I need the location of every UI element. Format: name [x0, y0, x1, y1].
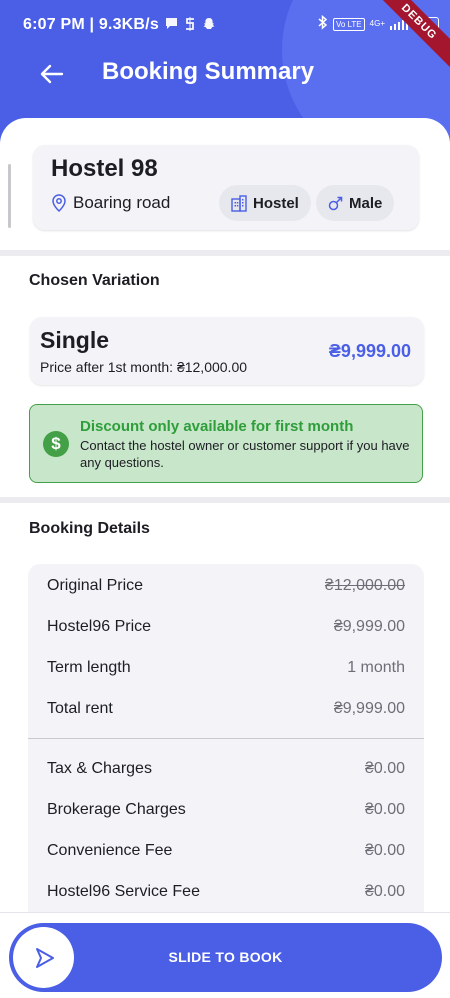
slide-knob[interactable]: [13, 927, 74, 988]
details-separator: [28, 738, 424, 739]
detail-label: Brokerage Charges: [47, 801, 186, 818]
detail-label: Total rent: [47, 700, 113, 717]
detail-value: 1 month: [347, 659, 405, 676]
detail-row-total-rent: Total rent ₴9,999.00: [47, 700, 405, 718]
network-type: 4G+: [369, 19, 385, 28]
variation-card: Single Price after 1st month: ₴12,000.00…: [30, 317, 424, 385]
detail-label: Convenience Fee: [47, 842, 173, 859]
app-bar: Booking Summary: [0, 52, 450, 96]
building-icon: [231, 194, 247, 212]
status-left: 6:07 PM | 9.3KB/s: [23, 16, 216, 34]
discount-text: Contact the hostel owner or customer sup…: [80, 438, 410, 470]
slide-to-book-bar[interactable]: SLIDE TO BOOK: [9, 923, 442, 992]
detail-row-convenience: Convenience Fee ₴0.00: [47, 842, 405, 860]
detail-value: ₴12,000.00: [324, 577, 405, 594]
back-arrow-icon: [40, 64, 64, 84]
detail-row-service-fee: Hostel96 Service Fee ₴0.00: [47, 883, 405, 901]
hostel-location: Boaring road: [51, 193, 170, 213]
detail-label: Hostel96 Price: [47, 618, 152, 635]
detail-label: Tax & Charges: [47, 760, 152, 777]
status-bar: 6:07 PM | 9.3KB/s Vo LTE 4G+ 13 DEBUG: [0, 0, 450, 68]
variation-name: Single: [40, 327, 110, 353]
s-app-icon: [184, 16, 196, 34]
discount-notice: $ Discount only available for first mont…: [29, 404, 423, 483]
detail-value: ₴0.00: [364, 883, 405, 900]
bottom-action-area: SLIDE TO BOOK: [0, 912, 450, 998]
detail-row-original-price: Original Price ₴12,000.00: [47, 577, 405, 595]
page-title: Booking Summary: [102, 58, 315, 85]
section-divider: [0, 497, 450, 503]
dollar-icon: $: [43, 431, 69, 457]
bluetooth-icon: [318, 14, 328, 33]
scroll-indicator: [8, 164, 11, 228]
detail-label: Term length: [47, 659, 131, 676]
detail-value: ₴0.00: [364, 760, 405, 777]
detail-row-brokerage: Brokerage Charges ₴0.00: [47, 801, 405, 819]
volte-icon: Vo LTE: [333, 17, 365, 31]
content-sheet[interactable]: Hostel 98 Boaring road Hostel Male Chose…: [0, 118, 450, 998]
message-icon: [165, 17, 178, 33]
variation-price-after: Price after 1st month: ₴12,000.00: [40, 359, 248, 375]
booking-details-card: Original Price ₴12,000.00 Hostel96 Price…: [28, 564, 424, 924]
location-label: Boaring road: [73, 193, 171, 212]
hostel-card: Hostel 98 Boaring road Hostel Male: [33, 145, 419, 230]
status-time: 6:07 PM | 9.3KB/s: [23, 16, 159, 33]
hostel-name: Hostel 98: [51, 155, 158, 182]
detail-row-hostel96-price: Hostel96 Price ₴9,999.00: [47, 618, 405, 636]
location-pin-icon: [52, 194, 66, 212]
gender-label: Male: [349, 194, 383, 212]
discount-title: Discount only available for first month: [80, 418, 354, 435]
male-icon: [328, 196, 343, 210]
detail-label: Original Price: [47, 577, 144, 594]
back-button[interactable]: [34, 56, 70, 92]
detail-row-term-length: Term length 1 month: [47, 659, 405, 677]
section-divider: [0, 250, 450, 256]
chosen-variation-title: Chosen Variation: [29, 272, 160, 289]
booking-details-title: Booking Details: [29, 520, 150, 537]
hostel-type-chip: Hostel: [219, 185, 311, 221]
play-arrow-icon: [35, 947, 54, 968]
detail-label: Hostel96 Service Fee: [47, 883, 200, 900]
detail-row-tax: Tax & Charges ₴0.00: [47, 760, 405, 778]
variation-price: ₴9,999.00: [328, 341, 411, 361]
detail-value: ₴9,999.00: [333, 618, 405, 635]
snapchat-icon: [202, 17, 216, 34]
hostel-type-label: Hostel: [253, 194, 299, 212]
detail-value: ₴0.00: [364, 801, 405, 818]
gender-chip: Male: [316, 185, 395, 221]
detail-value: ₴0.00: [364, 842, 405, 859]
detail-value: ₴9,999.00: [333, 700, 405, 717]
